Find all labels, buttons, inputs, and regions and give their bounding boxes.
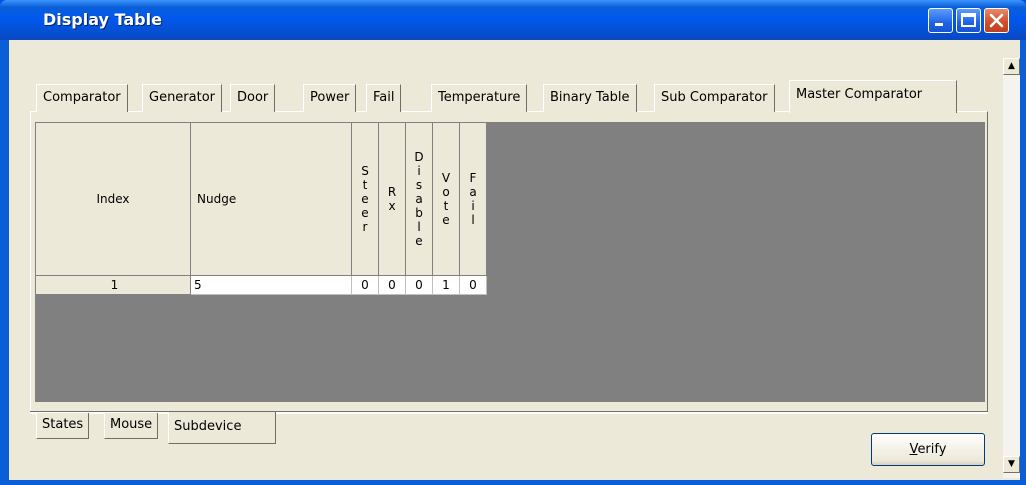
column-header-nudge[interactable]: Nudge — [190, 122, 352, 276]
maximize-icon — [961, 13, 976, 27]
column-header-steer-label: Steer — [361, 164, 369, 234]
table-header-row: Index Nudge Steer Rx Disable Vote Fail — [35, 122, 487, 276]
tab-door[interactable]: Door — [230, 84, 276, 112]
tab-power[interactable]: Power — [303, 84, 357, 112]
tab-fail[interactable]: Fail — [366, 84, 402, 112]
maximize-button[interactable] — [956, 8, 981, 33]
scroll-down-button[interactable]: ▼ — [1003, 456, 1020, 473]
column-header-index[interactable]: Index — [35, 122, 191, 276]
cell-fail[interactable]: 0 — [459, 275, 487, 295]
cell-nudge[interactable]: 5 — [190, 275, 352, 295]
close-icon — [989, 13, 1004, 28]
cell-index[interactable]: 1 — [35, 275, 191, 295]
vertical-scrollbar[interactable]: ▲ ▼ — [1003, 58, 1020, 478]
cell-steer[interactable]: 0 — [351, 275, 379, 295]
tab-binary-table[interactable]: Binary Table — [543, 84, 637, 112]
tab-temperature[interactable]: Temperature — [431, 84, 528, 112]
tab-states[interactable]: States — [36, 413, 90, 439]
window-frame-bottom — [0, 480, 1026, 485]
tab-mouse[interactable]: Mouse — [104, 413, 159, 439]
minimize-icon — [935, 23, 943, 26]
cell-vote[interactable]: 1 — [432, 275, 460, 295]
window-frame-right — [1020, 40, 1026, 485]
title-bar[interactable]: Display Table — [0, 0, 1026, 40]
cell-disable[interactable]: 0 — [405, 275, 433, 295]
tab-generator[interactable]: Generator — [142, 84, 223, 112]
arrow-down-icon: ▼ — [1008, 459, 1015, 469]
close-button[interactable] — [984, 8, 1009, 33]
cell-rx[interactable]: 0 — [378, 275, 406, 295]
verify-button[interactable]: Verify — [871, 433, 985, 466]
table-row[interactable]: 1 5 0 0 0 1 0 — [35, 275, 487, 295]
tab-comparator[interactable]: Comparator — [36, 84, 128, 112]
column-header-fail-label: Fail — [469, 171, 477, 227]
scroll-up-button[interactable]: ▲ — [1003, 58, 1020, 75]
tab-sub-comparator[interactable]: Sub Comparator — [654, 84, 775, 112]
column-header-vote-label: Vote — [441, 171, 451, 227]
verify-label-rest: erify — [917, 442, 947, 457]
tab-subdevice[interactable]: Subdevice — [168, 412, 276, 444]
column-header-fail[interactable]: Fail — [459, 122, 487, 276]
data-table: Index Nudge Steer Rx Disable Vote Fail 1… — [35, 122, 487, 295]
column-header-steer[interactable]: Steer — [351, 122, 379, 276]
window-title: Display Table — [43, 10, 162, 29]
tab-master-comparator[interactable]: Master Comparator — [789, 80, 957, 113]
minimize-button[interactable] — [928, 8, 953, 33]
column-header-rx-label: Rx — [387, 185, 397, 213]
column-header-disable-label: Disable — [414, 150, 424, 248]
column-header-vote[interactable]: Vote — [432, 122, 460, 276]
arrow-up-icon: ▲ — [1008, 61, 1015, 71]
window-frame-left — [0, 40, 9, 485]
window: Display Table ▲ ▼ Comparator Generator D… — [0, 0, 1026, 485]
column-header-disable[interactable]: Disable — [405, 122, 433, 276]
column-header-rx[interactable]: Rx — [378, 122, 406, 276]
